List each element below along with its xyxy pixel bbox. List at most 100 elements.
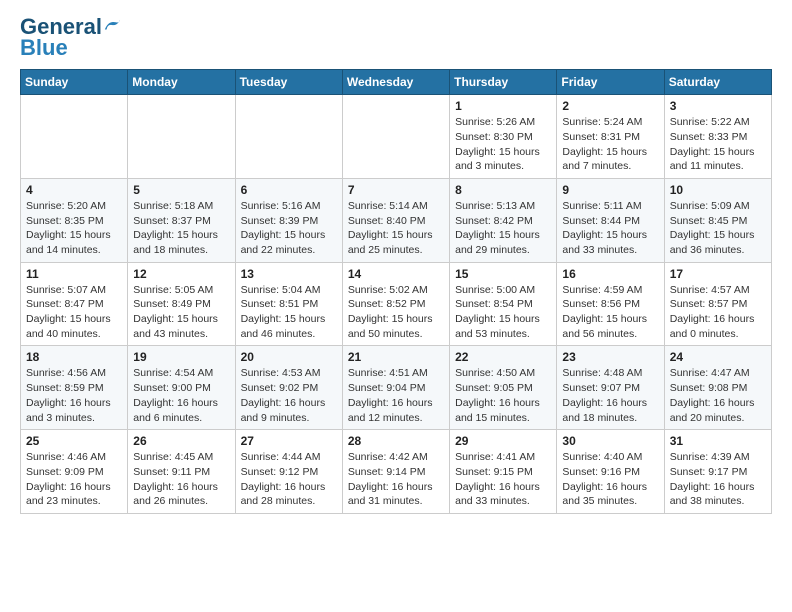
calendar-cell: 13 Sunrise: 5:04 AM Sunset: 8:51 PM Dayli…: [235, 262, 342, 346]
day-info: Sunrise: 5:14 AM Sunset: 8:40 PM Dayligh…: [348, 199, 444, 258]
logo-bird-icon: [103, 16, 121, 34]
calendar-cell: 22Sunrise: 4:50 AM Sunset: 9:05 PM Dayli…: [450, 346, 557, 430]
day-info: Sunrise: 4:39 AM Sunset: 9:17 PM Dayligh…: [670, 450, 766, 509]
calendar-cell: 21Sunrise: 4:51 AM Sunset: 9:04 PM Dayli…: [342, 346, 449, 430]
day-number: 9: [562, 183, 658, 197]
day-info: Sunrise: 4:50 AM Sunset: 9:05 PM Dayligh…: [455, 366, 551, 425]
day-info: Sunrise: 4:44 AM Sunset: 9:12 PM Dayligh…: [241, 450, 337, 509]
calendar-week-row: 11Sunrise: 5:07 AM Sunset: 8:47 PM Dayli…: [21, 262, 772, 346]
day-number: 7: [348, 183, 444, 197]
day-info: Sunrise: 5:16 AM Sunset: 8:39 PM Dayligh…: [241, 199, 337, 258]
day-info: Sunrise: 4:53 AM Sunset: 9:02 PM Dayligh…: [241, 366, 337, 425]
day-number: 12: [133, 267, 229, 281]
calendar-cell: 5 Sunrise: 5:18 AM Sunset: 8:37 PM Daylig…: [128, 178, 235, 262]
day-number: 14: [348, 267, 444, 281]
day-of-week-header: Saturday: [664, 70, 771, 95]
day-info: Sunrise: 5:13 AM Sunset: 8:42 PM Dayligh…: [455, 199, 551, 258]
calendar-cell: 6 Sunrise: 5:16 AM Sunset: 8:39 PM Daylig…: [235, 178, 342, 262]
calendar-cell: 19 Sunrise: 4:54 AM Sunset: 9:00 PM Dayli…: [128, 346, 235, 430]
day-info: Sunrise: 4:57 AM Sunset: 8:57 PM Dayligh…: [670, 283, 766, 342]
day-of-week-header: Wednesday: [342, 70, 449, 95]
day-number: 25: [26, 434, 122, 448]
day-info: Sunrise: 4:42 AM Sunset: 9:14 PM Dayligh…: [348, 450, 444, 509]
day-info: Sunrise: 4:51 AM Sunset: 9:04 PM Dayligh…: [348, 366, 444, 425]
day-info: Sunrise: 4:45 AM Sunset: 9:11 PM Dayligh…: [133, 450, 229, 509]
day-info: Sunrise: 5:20 AM Sunset: 8:35 PM Dayligh…: [26, 199, 122, 258]
calendar-cell: 16 Sunrise: 4:59 AM Sunset: 8:56 PM Dayli…: [557, 262, 664, 346]
day-number: 5: [133, 183, 229, 197]
day-number: 24: [670, 350, 766, 364]
day-number: 20: [241, 350, 337, 364]
calendar-cell: 15 Sunrise: 5:00 AM Sunset: 8:54 PM Dayli…: [450, 262, 557, 346]
calendar-cell: 24 Sunrise: 4:47 AM Sunset: 9:08 PM Dayli…: [664, 346, 771, 430]
calendar-cell: [128, 95, 235, 179]
day-info: Sunrise: 4:56 AM Sunset: 8:59 PM Dayligh…: [26, 366, 122, 425]
calendar-cell: 9Sunrise: 5:11 AM Sunset: 8:44 PM Daylig…: [557, 178, 664, 262]
calendar-cell: [342, 95, 449, 179]
calendar-week-row: 4 Sunrise: 5:20 AM Sunset: 8:35 PM Daylig…: [21, 178, 772, 262]
day-number: 16: [562, 267, 658, 281]
header: General Blue: [20, 15, 772, 61]
calendar-cell: 10Sunrise: 5:09 AM Sunset: 8:45 PM Dayli…: [664, 178, 771, 262]
day-info: Sunrise: 5:09 AM Sunset: 8:45 PM Dayligh…: [670, 199, 766, 258]
day-info: Sunrise: 5:26 AM Sunset: 8:30 PM Dayligh…: [455, 115, 551, 174]
day-info: Sunrise: 5:22 AM Sunset: 8:33 PM Dayligh…: [670, 115, 766, 174]
day-number: 6: [241, 183, 337, 197]
day-number: 8: [455, 183, 551, 197]
calendar-header-row: SundayMondayTuesdayWednesdayThursdayFrid…: [21, 70, 772, 95]
calendar-table: SundayMondayTuesdayWednesdayThursdayFrid…: [20, 69, 772, 514]
day-of-week-header: Sunday: [21, 70, 128, 95]
day-info: Sunrise: 4:59 AM Sunset: 8:56 PM Dayligh…: [562, 283, 658, 342]
calendar-cell: 28 Sunrise: 4:42 AM Sunset: 9:14 PM Dayli…: [342, 430, 449, 514]
calendar-cell: 7 Sunrise: 5:14 AM Sunset: 8:40 PM Daylig…: [342, 178, 449, 262]
day-number: 31: [670, 434, 766, 448]
day-number: 3: [670, 99, 766, 113]
day-number: 2: [562, 99, 658, 113]
day-info: Sunrise: 5:02 AM Sunset: 8:52 PM Dayligh…: [348, 283, 444, 342]
day-info: Sunrise: 5:18 AM Sunset: 8:37 PM Dayligh…: [133, 199, 229, 258]
day-info: Sunrise: 5:04 AM Sunset: 8:51 PM Dayligh…: [241, 283, 337, 342]
day-number: 27: [241, 434, 337, 448]
calendar-cell: 18 Sunrise: 4:56 AM Sunset: 8:59 PM Dayli…: [21, 346, 128, 430]
page: General Blue SundayMondayTuesdayWednesda…: [0, 0, 792, 524]
day-number: 23: [562, 350, 658, 364]
day-info: Sunrise: 4:47 AM Sunset: 9:08 PM Dayligh…: [670, 366, 766, 425]
day-info: Sunrise: 5:00 AM Sunset: 8:54 PM Dayligh…: [455, 283, 551, 342]
calendar-cell: 8 Sunrise: 5:13 AM Sunset: 8:42 PM Daylig…: [450, 178, 557, 262]
day-info: Sunrise: 4:48 AM Sunset: 9:07 PM Dayligh…: [562, 366, 658, 425]
calendar-cell: 11Sunrise: 5:07 AM Sunset: 8:47 PM Dayli…: [21, 262, 128, 346]
calendar-cell: 3 Sunrise: 5:22 AM Sunset: 8:33 PM Daylig…: [664, 95, 771, 179]
day-info: Sunrise: 4:40 AM Sunset: 9:16 PM Dayligh…: [562, 450, 658, 509]
day-number: 15: [455, 267, 551, 281]
calendar-cell: [21, 95, 128, 179]
calendar-cell: 17 Sunrise: 4:57 AM Sunset: 8:57 PM Dayli…: [664, 262, 771, 346]
day-number: 19: [133, 350, 229, 364]
day-of-week-header: Tuesday: [235, 70, 342, 95]
calendar-cell: 2 Sunrise: 5:24 AM Sunset: 8:31 PM Daylig…: [557, 95, 664, 179]
calendar-week-row: 18 Sunrise: 4:56 AM Sunset: 8:59 PM Dayli…: [21, 346, 772, 430]
day-number: 4: [26, 183, 122, 197]
calendar-cell: 31 Sunrise: 4:39 AM Sunset: 9:17 PM Dayli…: [664, 430, 771, 514]
day-info: Sunrise: 4:54 AM Sunset: 9:00 PM Dayligh…: [133, 366, 229, 425]
calendar-cell: 4 Sunrise: 5:20 AM Sunset: 8:35 PM Daylig…: [21, 178, 128, 262]
calendar-cell: 14 Sunrise: 5:02 AM Sunset: 8:52 PM Dayli…: [342, 262, 449, 346]
calendar-cell: 20 Sunrise: 4:53 AM Sunset: 9:02 PM Dayli…: [235, 346, 342, 430]
day-number: 11: [26, 267, 122, 281]
day-info: Sunrise: 5:24 AM Sunset: 8:31 PM Dayligh…: [562, 115, 658, 174]
day-of-week-header: Friday: [557, 70, 664, 95]
day-number: 29: [455, 434, 551, 448]
calendar-cell: 25Sunrise: 4:46 AM Sunset: 9:09 PM Dayli…: [21, 430, 128, 514]
logo: General Blue: [20, 15, 121, 61]
day-number: 28: [348, 434, 444, 448]
day-number: 18: [26, 350, 122, 364]
calendar-cell: 1Sunrise: 5:26 AM Sunset: 8:30 PM Daylig…: [450, 95, 557, 179]
day-number: 17: [670, 267, 766, 281]
day-of-week-header: Thursday: [450, 70, 557, 95]
day-info: Sunrise: 5:05 AM Sunset: 8:49 PM Dayligh…: [133, 283, 229, 342]
day-info: Sunrise: 4:41 AM Sunset: 9:15 PM Dayligh…: [455, 450, 551, 509]
day-number: 13: [241, 267, 337, 281]
calendar-cell: 23 Sunrise: 4:48 AM Sunset: 9:07 PM Dayli…: [557, 346, 664, 430]
calendar-week-row: 25Sunrise: 4:46 AM Sunset: 9:09 PM Dayli…: [21, 430, 772, 514]
calendar-cell: 26Sunrise: 4:45 AM Sunset: 9:11 PM Dayli…: [128, 430, 235, 514]
calendar-cell: 12 Sunrise: 5:05 AM Sunset: 8:49 PM Dayli…: [128, 262, 235, 346]
